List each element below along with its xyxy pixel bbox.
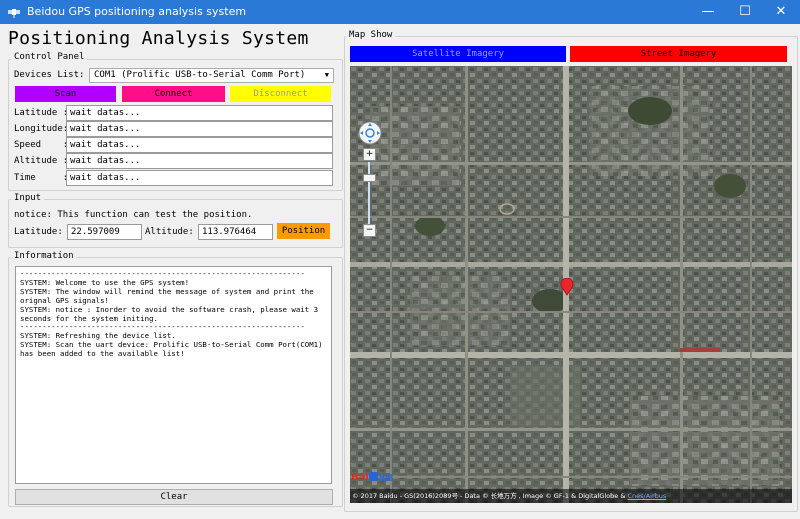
control-panel-title: Control Panel xyxy=(11,52,88,62)
longitude-field[interactable]: wait datas... xyxy=(66,121,333,137)
map-copyright-link[interactable]: Cnes/Airbus xyxy=(627,492,666,500)
information-panel-title: Information xyxy=(11,251,77,261)
page-title: Positioning Analysis System xyxy=(8,28,309,49)
baidu-logo-cn: 地图 xyxy=(378,474,393,482)
map-copyright: © 2017 Baidu - GS(2016)2089号 - Data © 长地… xyxy=(350,489,792,503)
satellite-map[interactable]: + − Bai 地图 © 2017 Baidu - GS(2016)2089号 -… xyxy=(350,66,792,503)
clear-button[interactable]: Clear xyxy=(15,489,333,505)
input-latitude-label: Latitude: xyxy=(14,227,63,237)
street-imagery-tab[interactable]: Street Imagery xyxy=(570,46,787,62)
devices-select-value: COM1 (Prolific USB-to-Serial Comm Port) xyxy=(94,70,306,80)
map-copyright-text: © 2017 Baidu - GS(2016)2089号 - Data © 长地… xyxy=(352,492,628,500)
input-altitude-label: Altitude: xyxy=(145,227,194,237)
speed-label: Speed : xyxy=(14,140,69,150)
log-textarea[interactable]: ----------------------------------------… xyxy=(15,266,332,484)
zoom-slider-handle[interactable] xyxy=(363,174,376,182)
title-bar: Beidou GPS positioning analysis system —… xyxy=(0,0,800,24)
latitude-label: Latitude : xyxy=(14,108,69,118)
zoom-in-button[interactable]: + xyxy=(363,148,376,161)
speed-field[interactable]: wait datas... xyxy=(66,137,333,153)
zoom-out-button[interactable]: − xyxy=(363,224,376,237)
chevron-down-icon[interactable]: ▼ xyxy=(325,69,329,82)
paw-icon xyxy=(368,472,378,481)
baidu-logo-text: Bai xyxy=(351,472,369,483)
map-panel-title: Map Show xyxy=(346,30,396,40)
scan-button[interactable]: Scan xyxy=(15,86,116,102)
position-button[interactable]: Position xyxy=(277,223,330,239)
longitude-label: Longitude: xyxy=(14,124,69,134)
altitude-label: Altitude : xyxy=(14,156,69,166)
input-latitude-field[interactable]: 22.597009 xyxy=(67,224,142,240)
input-panel-title: Input xyxy=(11,193,45,203)
disconnect-button[interactable]: Disconnect xyxy=(230,86,331,102)
close-button[interactable]: ✕ xyxy=(758,0,800,24)
altitude-field[interactable]: wait datas... xyxy=(66,153,333,169)
devices-select[interactable]: COM1 (Prolific USB-to-Serial Comm Port) … xyxy=(89,68,334,83)
devices-list-label: Devices List: xyxy=(14,70,85,80)
baidu-logo: Bai 地图 xyxy=(351,472,393,483)
location-marker-icon[interactable] xyxy=(560,278,574,296)
latitude-field[interactable]: wait datas... xyxy=(66,105,333,121)
zoom-slider-track[interactable] xyxy=(368,162,370,224)
time-field[interactable]: wait datas... xyxy=(66,170,333,186)
time-label: Time : xyxy=(14,173,69,183)
satellite-app-icon xyxy=(8,9,20,18)
satellite-imagery-tab[interactable]: Satellite Imagery xyxy=(350,46,566,62)
connect-button[interactable]: Connect xyxy=(122,86,225,102)
input-notice: notice: This function can test the posit… xyxy=(14,210,253,220)
input-altitude-field[interactable]: 113.976464 xyxy=(198,224,273,240)
window-title: Beidou GPS positioning analysis system xyxy=(27,5,247,18)
